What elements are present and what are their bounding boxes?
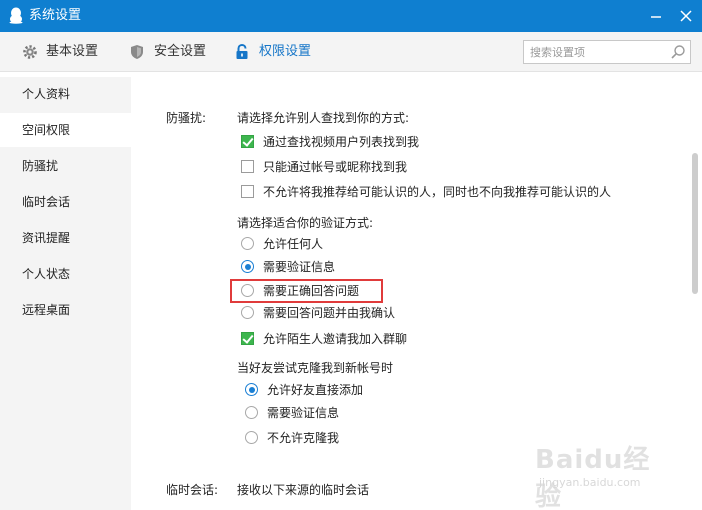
tab-basic-label: 基本设置 (46, 44, 99, 59)
sidebar-item-remote-desktop[interactable]: 远程桌面 (0, 293, 131, 327)
search-box (523, 40, 691, 64)
section-label-temp-session: 临时会话: (166, 483, 219, 497)
verify-option-label: 允许任何人 (263, 237, 324, 251)
checkbox[interactable] (241, 160, 254, 173)
tab-permission-settings[interactable]: 权限设置 (235, 32, 320, 72)
highlight-box (230, 279, 383, 303)
temp-session-prompt: 接收以下来源的临时会话 (237, 483, 370, 497)
sidebar-item-temp-session[interactable]: 临时会话 (0, 185, 131, 219)
clone-prompt: 当好友尝试克隆我到新帐号时 (237, 361, 394, 375)
checkbox[interactable] (241, 185, 254, 198)
close-button[interactable] (676, 6, 696, 26)
clone-option-label: 允许好友直接添加 (267, 383, 364, 397)
sidebar-item-news-alert[interactable]: 资讯提醒 (0, 221, 131, 255)
gear-icon (23, 45, 37, 59)
title-bar: 系统设置 (0, 0, 702, 32)
lock-icon (236, 44, 248, 59)
scrollbar-thumb[interactable] (692, 153, 698, 294)
verify-option-label: 需要验证信息 (263, 260, 336, 274)
sidebar-item-status[interactable]: 个人状态 (0, 257, 131, 291)
tab-security-settings[interactable]: 安全设置 (130, 32, 210, 72)
sidebar-item-space-permission[interactable]: 空间权限 (0, 113, 131, 147)
sidebar: 个人资料 空间权限 防骚扰 临时会话 资讯提醒 个人状态 远程桌面 (0, 77, 131, 510)
find-option-label: 只能通过帐号或昵称找到我 (263, 160, 408, 174)
group-invite-label: 允许陌生人邀请我加入群聊 (263, 332, 408, 346)
radio-button[interactable] (241, 306, 254, 319)
checkbox[interactable] (241, 332, 254, 345)
search-icon[interactable] (670, 44, 686, 60)
find-option-label: 通过查找视频用户列表找到我 (263, 135, 420, 149)
sidebar-item-anti-harass[interactable]: 防骚扰 (0, 149, 131, 183)
checkbox[interactable] (241, 135, 254, 148)
shield-icon (131, 45, 143, 59)
watermark: Baidu经验 jingyan.baidu.com (535, 436, 665, 510)
scrollbar[interactable] (689, 77, 702, 510)
clone-option-label: 需要验证信息 (267, 406, 340, 420)
clone-option-label: 不允许克隆我 (267, 431, 340, 445)
sidebar-item-profile[interactable]: 个人资料 (0, 77, 131, 111)
penguin-logo-icon (9, 7, 23, 24)
verify-option-label: 需要回答问题并由我确认 (263, 306, 396, 320)
tab-permission-label: 权限设置 (259, 44, 312, 59)
verify-method-prompt: 请选择适合你的验证方式: (237, 216, 374, 230)
watermark-subtext: jingyan.baidu.com (539, 476, 641, 489)
window-title: 系统设置 (29, 8, 82, 23)
search-input[interactable] (530, 44, 664, 60)
minimize-button[interactable] (646, 6, 666, 26)
radio-button[interactable] (241, 260, 254, 273)
section-label-anti-harass: 防骚扰: (166, 111, 207, 125)
find-option-label: 不允许将我推荐给可能认识的人，同时也不向我推荐可能认识的人 (263, 185, 612, 199)
radio-button[interactable] (245, 406, 258, 419)
tab-basic-settings[interactable]: 基本设置 (22, 32, 102, 72)
radio-button[interactable] (241, 237, 254, 250)
radio-button[interactable] (245, 383, 258, 396)
radio-button[interactable] (245, 431, 258, 444)
tab-security-label: 安全设置 (154, 44, 207, 59)
find-method-prompt: 请选择允许别人查找到你的方式: (237, 111, 410, 125)
watermark-text: Baidu经验 (535, 445, 651, 510)
